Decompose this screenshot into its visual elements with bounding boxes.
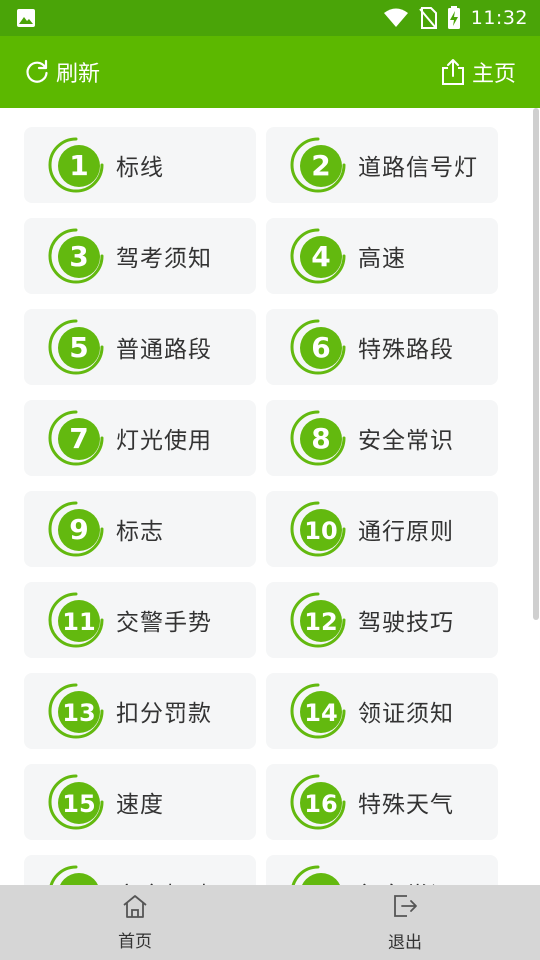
badge-number: 11 [62, 608, 95, 636]
category-label: 特殊天气 [358, 792, 454, 818]
category-label: 速度 [116, 792, 164, 818]
category-card[interactable]: 13 扣分罚款 [24, 673, 256, 749]
number-badge-icon: 11 [48, 592, 104, 648]
badge-number: 12 [304, 608, 337, 636]
category-label: 高速 [358, 246, 406, 272]
category-label: 安全驾驶 [116, 876, 212, 885]
category-label: 标志 [116, 519, 164, 545]
category-label: 驾考须知 [116, 246, 212, 272]
number-badge-icon: 7 [48, 410, 104, 466]
number-badge-icon: 3 [48, 228, 104, 284]
bottom-nav: 首页 退出 [0, 885, 540, 960]
badge-number: 2 [311, 149, 330, 182]
category-label: 领证须知 [358, 701, 454, 727]
badge-number: 1 [69, 149, 88, 182]
category-card[interactable]: 2 道路信号灯 [266, 127, 498, 203]
number-badge-icon: 15 [48, 774, 104, 830]
category-card[interactable]: 6 特殊路段 [266, 309, 498, 385]
category-label: 特殊路段 [358, 337, 454, 363]
category-card[interactable]: 8 安全常识 [266, 400, 498, 476]
badge-number: 10 [304, 517, 337, 545]
number-badge-icon: 18 [291, 865, 340, 885]
app-bar: 刷新 主页 [0, 36, 540, 108]
logout-icon [394, 895, 417, 917]
number-badge-icon: 1 [48, 137, 104, 193]
nav-home[interactable]: 首页 [0, 885, 270, 960]
number-badge-icon: 13 [48, 683, 104, 739]
number-badge-icon: 8 [290, 410, 346, 466]
badge-number: 9 [69, 513, 88, 546]
status-bar: 11:32 [0, 0, 540, 36]
category-label: 道路信号灯 [358, 155, 478, 181]
number-badge-icon: 16 [290, 774, 346, 830]
category-card[interactable]: 7 灯光使用 [24, 400, 256, 476]
number-badge-icon: 5 [48, 319, 104, 375]
category-card[interactable]: 12 驾驶技巧 [266, 582, 498, 658]
home-page-button[interactable]: 主页 [440, 36, 516, 108]
gallery-icon [17, 9, 35, 27]
badge-number: 4 [311, 240, 330, 273]
category-label: 通行原则 [358, 519, 454, 545]
number-badge-icon: 10 [290, 501, 346, 557]
home-icon [123, 895, 147, 918]
category-label: 安全常识 [358, 428, 454, 454]
home-page-label: 主页 [471, 62, 516, 87]
refresh-icon [26, 59, 48, 83]
category-grid: 1 标线 2 道路信号灯 3 驾考须知 4 高速 5 普通路段 6 特殊路段 7 灯光使用 8 安全常识 9 标志… [24, 127, 498, 885]
category-card[interactable]: 10 通行原则 [266, 491, 498, 567]
badge-number: 7 [69, 422, 88, 455]
number-badge-icon: 14 [290, 683, 346, 739]
category-card[interactable]: 11 交警手势 [24, 582, 256, 658]
category-label: 标线 [116, 155, 164, 181]
nav-exit[interactable]: 退出 [270, 885, 540, 960]
category-card[interactable]: 14 领证须知 [266, 673, 498, 749]
category-card[interactable]: 9 标志 [24, 491, 256, 567]
badge-number: 14 [304, 699, 337, 727]
clock: 11:32 [470, 7, 528, 29]
category-card[interactable]: 3 驾考须知 [24, 218, 256, 294]
category-card[interactable]: 15 速度 [24, 764, 256, 840]
category-label: 灯光使用 [116, 428, 212, 454]
number-badge-icon: 9 [48, 501, 104, 557]
battery-charging-icon [447, 6, 460, 29]
number-badge-icon: 6 [290, 319, 346, 375]
refresh-button[interactable]: 刷新 [24, 36, 100, 108]
number-badge-icon: 12 [290, 592, 346, 648]
nav-exit-label: 退出 [388, 933, 422, 953]
category-label: 普通路段 [116, 337, 212, 363]
scrollbar[interactable] [532, 108, 540, 885]
badge-number: 16 [304, 790, 337, 818]
badge-number: 3 [69, 240, 88, 273]
category-card[interactable]: 5 普通路段 [24, 309, 256, 385]
category-card[interactable]: 4 高速 [266, 218, 498, 294]
category-label: 扣分罚款 [116, 701, 212, 727]
number-badge-icon: 17 [49, 865, 98, 885]
category-card[interactable]: 18 行车常识 [266, 855, 498, 885]
badge-number: 15 [62, 790, 95, 818]
category-label: 驾驶技巧 [358, 610, 454, 636]
refresh-label: 刷新 [56, 62, 101, 87]
category-card[interactable]: 16 特殊天气 [266, 764, 498, 840]
category-label: 行车常识 [358, 876, 454, 885]
badge-number: 5 [69, 331, 88, 364]
category-list[interactable]: 1 标线 2 道路信号灯 3 驾考须知 4 高速 5 普通路段 6 特殊路段 7 灯光使用 8 安全常识 9 标志… [0, 108, 540, 885]
nav-home-label: 首页 [118, 932, 152, 952]
badge-number: 8 [311, 422, 330, 455]
no-sim-icon [418, 7, 437, 29]
category-card[interactable]: 17 安全驾驶 [24, 855, 256, 885]
category-card[interactable]: 1 标线 [24, 127, 256, 203]
share-icon [441, 59, 464, 85]
badge-number: 13 [62, 699, 95, 727]
number-badge-icon: 4 [290, 228, 346, 284]
number-badge-icon: 2 [290, 137, 346, 193]
badge-number: 6 [311, 331, 330, 364]
scrollbar-thumb[interactable] [533, 108, 539, 620]
category-label: 交警手势 [116, 610, 212, 636]
wifi-icon [383, 8, 408, 27]
